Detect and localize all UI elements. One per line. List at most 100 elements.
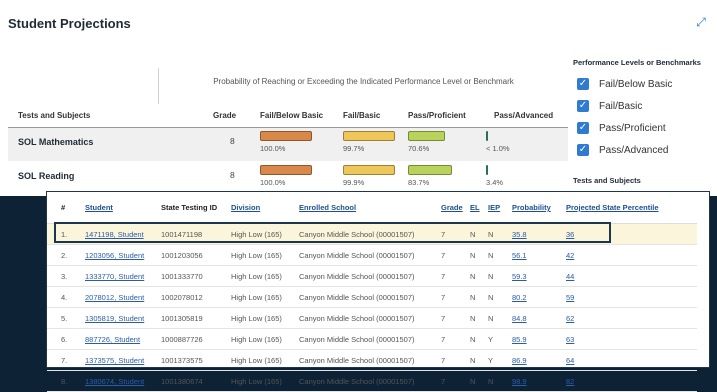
enrolled-school: Canyon Middle School (00001507) (299, 328, 441, 350)
student-table-header: # Student State Testing ID Division Enrolled… (47, 192, 697, 224)
table-row[interactable]: 4. 2078012, Student 1002078012 High Low (16… (47, 286, 697, 308)
table-row[interactable]: 1. 1471198, Student 1001471198 High Low (16… (47, 223, 697, 245)
student-table: # Student State Testing ID Division Enrolled… (47, 192, 697, 392)
probability-bar (343, 165, 395, 175)
legend-item-pass-proficient[interactable]: ✓ Pass/Proficient (573, 117, 713, 139)
checkbox-checked-icon[interactable]: ✓ (577, 122, 589, 134)
table-row[interactable]: 2. 1203056, Student 1001203056 High Low (16… (47, 244, 697, 266)
percentile-link[interactable]: 44 (566, 265, 697, 287)
table-row[interactable]: 7. 1373575, Student 1001373575 High Low (16… (47, 349, 697, 371)
percentile-link[interactable]: 42 (566, 244, 697, 266)
student-link[interactable]: 1203056, Student (85, 244, 161, 266)
state-testing-id: 1001471198 (161, 223, 231, 245)
probability-bar (486, 165, 488, 175)
probability-link[interactable]: 35.8 (512, 223, 566, 245)
grade: 7 (441, 307, 470, 329)
probability-link[interactable]: 84.8 (512, 307, 566, 329)
division: High Low (165) (231, 265, 299, 287)
subject-label: SOL Mathematics (18, 137, 94, 147)
legend-label: Fail/Below Basic (599, 78, 673, 90)
col-iep[interactable]: IEP (488, 192, 512, 224)
grade-value: 8 (230, 170, 235, 180)
student-link[interactable]: 1333770, Student (85, 265, 161, 287)
legend-item-pass-advanced[interactable]: ✓ Pass/Advanced (573, 139, 713, 161)
probability-link[interactable]: 98.9 (512, 370, 566, 392)
legend-item-fail-below-basic[interactable]: ✓ Fail/Below Basic (573, 73, 713, 95)
table-row[interactable]: 6. 887726, Student 1000887726 High Low (165… (47, 328, 697, 350)
probability-link[interactable]: 59.3 (512, 265, 566, 287)
percentile-link[interactable]: 59 (566, 286, 697, 308)
probability-link[interactable]: 86.9 (512, 349, 566, 371)
col-probability[interactable]: Probability (512, 192, 566, 224)
col-state-testing-id: State Testing ID (161, 192, 231, 224)
student-list-popup: # Student State Testing ID Division Enrolled… (46, 191, 710, 392)
probability-cell: 100.0% (260, 165, 338, 187)
student-link[interactable]: 2078012, Student (85, 286, 161, 308)
grade: 7 (441, 328, 470, 350)
grade-value: 8 (230, 136, 235, 146)
division: High Low (165) (231, 328, 299, 350)
probability-cell: 3.4% (486, 165, 564, 187)
state-testing-id: 1001333770 (161, 265, 231, 287)
table-row[interactable]: 8. 1380674, Student 1001380674 High Low (16… (47, 370, 697, 392)
student-link[interactable]: 1373575, Student (85, 349, 161, 371)
grade: 7 (441, 244, 470, 266)
probability-bar (343, 131, 395, 141)
checkbox-checked-icon[interactable]: ✓ (577, 144, 589, 156)
probability-value: < 1.0% (486, 144, 510, 153)
el: N (470, 307, 488, 329)
grade: 7 (441, 223, 470, 245)
projection-row-math[interactable]: SOL Mathematics 8 100.0% 99.7% 70.6% < 1.0% (8, 128, 568, 161)
col-fail-basic: Fail/Basic (343, 111, 381, 120)
table-row[interactable]: 5. 1305819, Student 1001305819 High Low (16… (47, 307, 697, 329)
legend: Performance Levels or Benchmarks ✓ Fail/B… (573, 58, 713, 185)
expand-icon[interactable]: ⤢ (694, 15, 708, 29)
probability-link[interactable]: 56.1 (512, 244, 566, 266)
checkbox-checked-icon[interactable]: ✓ (577, 100, 589, 112)
probability-value: 100.0% (260, 178, 286, 187)
col-projected-percentile[interactable]: Projected State Percentile (566, 192, 697, 224)
percentile-link[interactable]: 63 (566, 328, 697, 350)
percentile-link[interactable]: 82 (566, 370, 697, 392)
legend-item-fail-basic[interactable]: ✓ Fail/Basic (573, 95, 713, 117)
division: High Low (165) (231, 349, 299, 371)
col-grade[interactable]: Grade (441, 192, 470, 224)
probability-cell: 100.0% (260, 131, 338, 153)
el: N (470, 328, 488, 350)
subject-label: SOL Reading (18, 171, 75, 181)
probability-link[interactable]: 85.9 (512, 328, 566, 350)
col-el[interactable]: EL (470, 192, 488, 224)
state-testing-id: 1001380674 (161, 370, 231, 392)
student-link[interactable]: 1471198, Student (85, 223, 161, 245)
col-student[interactable]: Student (85, 192, 161, 224)
enrolled-school: Canyon Middle School (00001507) (299, 370, 441, 392)
enrolled-school: Canyon Middle School (00001507) (299, 349, 441, 371)
probability-bar (486, 131, 488, 141)
percentile-link[interactable]: 36 (566, 223, 697, 245)
probability-link[interactable]: 80.2 (512, 286, 566, 308)
iep: N (488, 244, 512, 266)
col-enrolled-school[interactable]: Enrolled School (299, 192, 441, 224)
el: N (470, 265, 488, 287)
enrolled-school: Canyon Middle School (00001507) (299, 286, 441, 308)
probability-bar (260, 165, 312, 175)
division: High Low (165) (231, 223, 299, 245)
table-row[interactable]: 3. 1333770, Student 1001333770 High Low (16… (47, 265, 697, 287)
col-tests-subjects: Tests and Subjects (18, 111, 91, 120)
row-number: 7. (47, 349, 85, 371)
percentile-link[interactable]: 64 (566, 349, 697, 371)
student-link[interactable]: 887726, Student (85, 328, 161, 350)
iep: Y (488, 349, 512, 371)
division: High Low (165) (231, 370, 299, 392)
col-pass-proficient: Pass/Proficient (408, 111, 466, 120)
iep: N (488, 307, 512, 329)
percentile-link[interactable]: 62 (566, 307, 697, 329)
row-number: 1. (47, 223, 85, 245)
student-link[interactable]: 1305819, Student (85, 307, 161, 329)
row-number: 6. (47, 328, 85, 350)
probability-bar (260, 131, 312, 141)
row-number: 3. (47, 265, 85, 287)
checkbox-checked-icon[interactable]: ✓ (577, 78, 589, 90)
student-link[interactable]: 1380674, Student (85, 370, 161, 392)
col-division[interactable]: Division (231, 192, 299, 224)
